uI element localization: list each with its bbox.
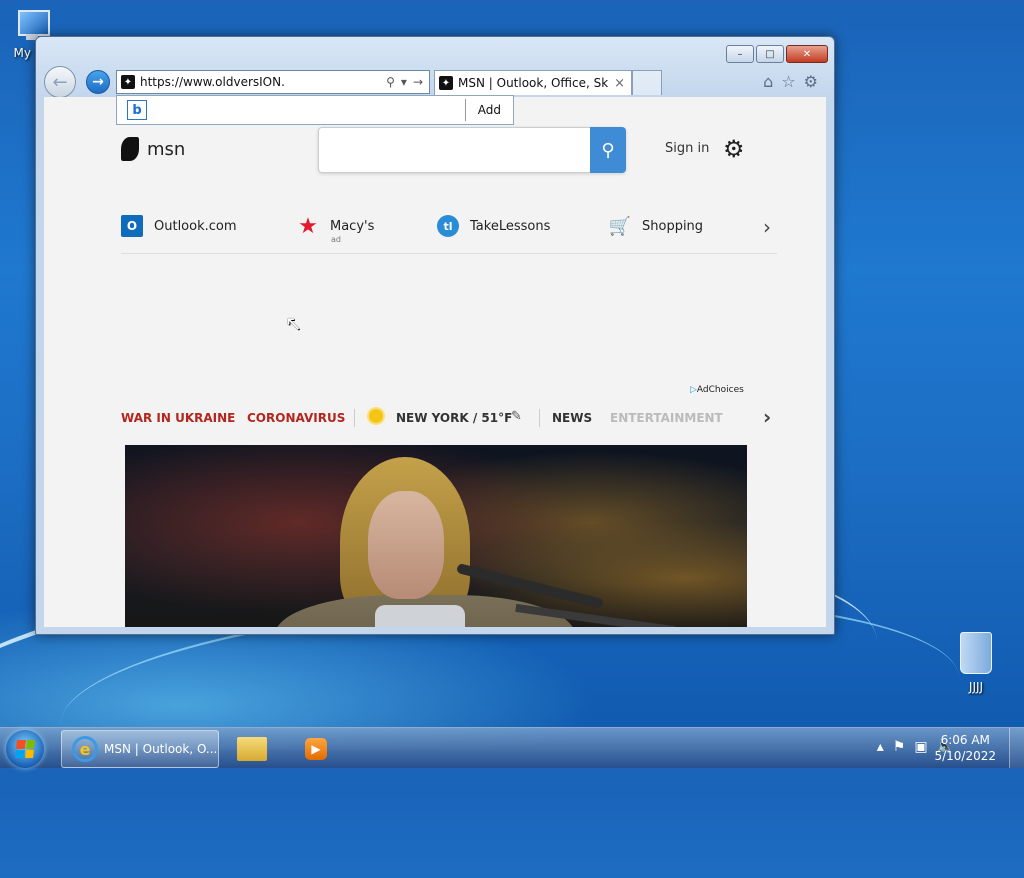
add-button[interactable]: Add	[464, 99, 513, 121]
dropdown-arrow-icon[interactable]: ▾	[401, 75, 407, 89]
ad-label: ad	[331, 235, 341, 244]
adchoices-label: AdChoices	[696, 385, 744, 395]
mouse-cursor-icon: ↖	[285, 311, 302, 335]
new-tab-button[interactable]	[632, 70, 662, 95]
taskbar-media-player-button[interactable]: ▶	[290, 730, 342, 768]
quick-link-label: Outlook.com	[154, 218, 237, 234]
forward-button[interactable]: →	[86, 70, 110, 94]
taskbar-ie-button[interactable]: e MSN | Outlook, O...	[61, 730, 219, 768]
forward-arrow-icon: →	[92, 74, 104, 90]
search-icon[interactable]: ⚲	[386, 75, 395, 89]
close-button[interactable]: ✕	[786, 45, 828, 63]
go-arrow-icon[interactable]: →	[413, 75, 423, 89]
cart-icon: 🛒	[608, 215, 632, 237]
divider	[354, 409, 355, 427]
address-suggestion-bar: b Add	[116, 95, 514, 125]
adchoices-link[interactable]: ▷AdChoices	[690, 385, 744, 395]
chevron-right-icon[interactable]: ›	[763, 405, 771, 429]
chevron-right-icon[interactable]: ›	[763, 215, 771, 239]
search-icon: ⚲	[601, 139, 615, 161]
sign-in-link[interactable]: Sign in	[665, 141, 709, 156]
settings-gear-icon[interactable]: ⚙	[723, 135, 745, 163]
taskbar: e MSN | Outlook, O... ▶ ▴ ⚑ ▣ 🔈 6:06 AM …	[0, 727, 1024, 768]
topic-weather[interactable]: NEW YORK / 51°F	[396, 411, 512, 425]
ie-window: – □ ✕ ← → ✦ https://www.oldversION. ⚲ ▾ …	[35, 36, 835, 635]
adchoices-icon: ▷	[690, 385, 697, 395]
divider	[539, 409, 540, 427]
topic-entertainment[interactable]: ENTERTAINMENT	[610, 411, 723, 425]
desktop-icon-label: JJJJ	[968, 680, 984, 694]
msn-favicon-icon: ✦	[121, 75, 135, 89]
topic-nav: WAR IN UKRAINE CORONAVIRUS NEW YORK / 51…	[121, 405, 781, 431]
back-button[interactable]: ←	[44, 66, 76, 98]
macys-star-icon: ★	[298, 213, 318, 239]
taskbar-explorer-button[interactable]	[226, 730, 278, 768]
topic-war-in-ukraine[interactable]: WAR IN UKRAINE	[121, 411, 235, 425]
msn-logo[interactable]: msn	[121, 137, 185, 161]
sun-icon	[369, 409, 383, 423]
maximize-button[interactable]: □	[756, 45, 784, 63]
bing-icon[interactable]: b	[127, 100, 147, 120]
folder-icon	[237, 737, 267, 761]
desktop-icon-recycle-bin[interactable]: JJJJ	[948, 632, 1004, 694]
recycle-bin-icon	[960, 632, 992, 674]
search-input[interactable]: ⚲	[318, 127, 626, 173]
quick-link-label: Macy's	[330, 218, 375, 234]
quick-link-shopping[interactable]: 🛒 Shopping	[609, 215, 703, 237]
clock-date: 5/10/2022	[934, 749, 996, 763]
clock-time: 6:06 AM	[940, 733, 990, 747]
msn-favicon-icon: ✦	[439, 76, 453, 90]
start-button[interactable]	[6, 730, 44, 768]
taskbar-item-label: MSN | Outlook, O...	[104, 742, 218, 756]
quick-link-macys[interactable]: ★ Macy's ad	[297, 213, 375, 245]
outlook-icon: O	[121, 215, 143, 237]
tab-close-icon[interactable]: ×	[614, 76, 625, 91]
address-url[interactable]: https://www.oldversION.	[140, 75, 386, 89]
minimize-button[interactable]: –	[726, 45, 754, 63]
windows-logo-icon	[15, 740, 35, 758]
search-button[interactable]: ⚲	[590, 127, 626, 173]
quick-link-label: Shopping	[642, 218, 704, 234]
topic-coronavirus[interactable]: CORONAVIRUS	[247, 411, 345, 425]
back-arrow-icon: ←	[52, 71, 68, 93]
home-icon[interactable]: ⌂	[763, 72, 773, 91]
msn-butterfly-icon	[121, 137, 139, 161]
logo-text: msn	[147, 138, 186, 160]
tab-title: MSN | Outlook, Office, Sky...	[458, 76, 609, 90]
page-content: msn ⚲ Sign in ⚙ O Outlook.com ★ Macy's a…	[44, 97, 826, 627]
quick-links: O Outlook.com ★ Macy's ad tl TakeLessons…	[121, 209, 777, 254]
browser-tab[interactable]: ✦ MSN | Outlook, Office, Sky... ×	[434, 70, 632, 95]
media-player-icon: ▶	[305, 738, 327, 760]
navigation-bar: ← → ✦ https://www.oldversION. ⚲ ▾ → ✦ MS…	[44, 65, 824, 98]
show-hidden-icons-icon[interactable]: ▴	[877, 739, 884, 755]
quick-link-takelessons[interactable]: tl TakeLessons	[437, 215, 550, 237]
tools-gear-icon[interactable]: ⚙	[804, 72, 818, 91]
show-desktop-button[interactable]	[1009, 728, 1024, 768]
topic-news[interactable]: NEWS	[552, 411, 592, 425]
edit-pencil-icon[interactable]: ✎	[511, 409, 522, 424]
action-center-flag-icon[interactable]: ⚑	[893, 739, 906, 755]
hero-image[interactable]	[125, 445, 747, 627]
clock[interactable]: 6:06 AM 5/10/2022	[934, 732, 996, 764]
caption-buttons: – □ ✕	[724, 45, 828, 63]
address-bar[interactable]: ✦ https://www.oldversION. ⚲ ▾ →	[116, 70, 430, 94]
quick-link-label: TakeLessons	[470, 218, 551, 234]
internet-explorer-icon: e	[72, 736, 98, 762]
takelessons-icon: tl	[437, 215, 459, 237]
favorites-star-icon[interactable]: ☆	[781, 72, 795, 91]
network-icon[interactable]: ▣	[914, 739, 927, 755]
quick-link-outlook[interactable]: O Outlook.com	[121, 215, 237, 237]
